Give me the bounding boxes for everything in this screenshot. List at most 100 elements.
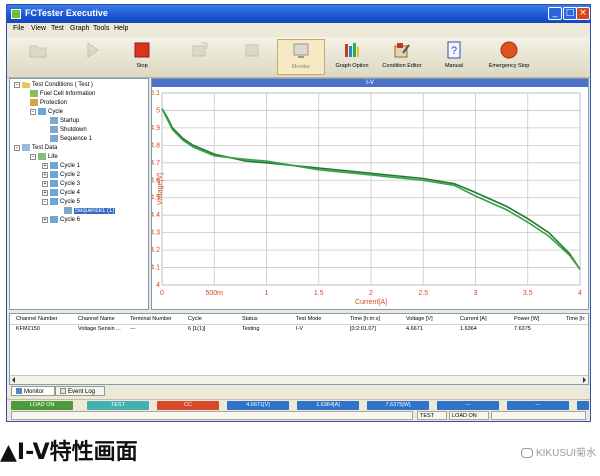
tree-expander[interactable]: + xyxy=(42,189,48,196)
start-button[interactable] xyxy=(69,39,115,75)
column-header[interactable]: Time [h:m:s] xyxy=(350,316,380,322)
manual-button[interactable]: ? Manual xyxy=(431,39,477,75)
tree-expander[interactable]: + xyxy=(42,216,48,223)
tree-label: Cycle 1 xyxy=(60,163,81,170)
tree-node-selected[interactable]: Sequence1 (1) xyxy=(64,207,116,216)
export-icon xyxy=(245,44,259,57)
iv-chart[interactable]: 0500m11.522.533.5444.14.24.34.44.54.64.7… xyxy=(152,87,588,309)
graph-option-button[interactable]: Graph Option xyxy=(329,39,375,75)
tree-label: Life xyxy=(48,154,58,161)
tab-monitor[interactable]: Monitor xyxy=(11,386,55,396)
y-tick-label: 4.2 xyxy=(152,247,160,254)
menu-help[interactable]: Help xyxy=(114,25,128,32)
maximize-button[interactable]: □ xyxy=(563,7,577,20)
tree-expander[interactable]: − xyxy=(30,153,36,160)
tree-expander[interactable]: + xyxy=(42,162,48,169)
tree-node[interactable]: Startup xyxy=(50,117,79,126)
stop-button[interactable]: Stop xyxy=(119,39,165,75)
tab-event-log[interactable]: Event Log xyxy=(55,386,105,396)
monitor-icon xyxy=(293,43,309,58)
open-button[interactable] xyxy=(15,39,61,75)
table-cell: KFM2150 xyxy=(16,326,40,332)
status-extra-2: --- xyxy=(507,401,569,410)
toolbar: Stop Monitor Graph Option Condition Edit… xyxy=(7,37,590,78)
table-row[interactable]: KFM2150 Voltage Sensin ... --- 6 [1(1)] … xyxy=(10,325,588,334)
column-header[interactable]: Status xyxy=(242,316,258,322)
column-header[interactable]: Cycle xyxy=(188,316,202,322)
cycle-icon xyxy=(38,108,46,115)
tree-node[interactable]: Protection xyxy=(30,99,67,108)
monitor-label: Monitor xyxy=(291,64,311,70)
column-header[interactable]: Terminal Number xyxy=(130,316,172,322)
y-tick-label: 4.3 xyxy=(152,230,160,237)
export-button[interactable] xyxy=(229,39,275,75)
tree-expander[interactable]: + xyxy=(42,180,48,187)
tree-expander[interactable]: − xyxy=(30,108,36,115)
column-header[interactable]: Test Mode xyxy=(296,316,321,322)
column-header[interactable]: Channel Number xyxy=(16,316,58,322)
tree-node[interactable]: + Cycle 3 xyxy=(42,180,80,189)
tree-node[interactable]: − Test Data xyxy=(14,144,57,153)
monitor-button[interactable]: Monitor xyxy=(277,39,325,75)
menu-graph[interactable]: Graph xyxy=(70,25,89,32)
emergency-stop-button[interactable]: Emergency Stop xyxy=(481,39,537,75)
tree-node[interactable]: − Life xyxy=(30,153,58,162)
tree-node[interactable]: + Cycle 6 xyxy=(42,216,80,225)
menu-file[interactable]: File xyxy=(13,25,24,32)
condition-editor-button[interactable]: Condition Editor xyxy=(379,39,425,75)
title-bar[interactable]: FCTester Executive _ □ × xyxy=(7,5,590,23)
startup-icon xyxy=(50,117,58,124)
tree-node[interactable]: Sequence 1 xyxy=(50,135,92,144)
tree-node[interactable]: + Cycle 4 xyxy=(42,189,80,198)
tree-node[interactable]: Fuel Cell Information xyxy=(30,90,95,99)
status-extra-1: --- xyxy=(437,401,499,410)
tree-node[interactable]: + Cycle 2 xyxy=(42,171,80,180)
y-tick-label: 5.1 xyxy=(152,90,160,97)
menu-bar: File View Test Graph Tools Help xyxy=(7,23,590,37)
tree-expander[interactable]: + xyxy=(42,171,48,178)
table-cell: 1.6364 xyxy=(460,326,477,332)
status-message xyxy=(11,411,413,420)
status-voltage: 4.6671[V] xyxy=(227,401,289,410)
close-button[interactable]: × xyxy=(576,7,590,20)
tree-node[interactable]: + Cycle 1 xyxy=(42,162,80,171)
tree-expander[interactable]: − xyxy=(14,144,20,151)
y-tick-label: 4 xyxy=(156,282,160,289)
caption: ▲I-V特性画面 xyxy=(0,440,138,465)
x-tick-label: 500m xyxy=(205,290,223,297)
tree-expander[interactable]: − xyxy=(14,81,20,88)
tree-node[interactable]: − Test Conditions ( Test ) xyxy=(14,81,93,90)
tree-node[interactable]: − Cycle 5 xyxy=(42,198,80,207)
menu-tools[interactable]: Tools xyxy=(93,25,109,32)
scroll-right-icon[interactable] xyxy=(581,377,587,383)
column-header[interactable]: Time [h: xyxy=(566,316,586,322)
footer-blank xyxy=(491,411,586,420)
status-current: 1.6364[A] xyxy=(297,401,359,410)
cycle-icon xyxy=(50,162,58,169)
horizontal-scrollbar[interactable] xyxy=(10,375,588,384)
protection-icon xyxy=(30,99,38,106)
column-header[interactable]: Current [A] xyxy=(460,316,487,322)
help-icon: ? xyxy=(447,41,461,59)
app-icon xyxy=(11,9,21,19)
x-tick-label: 1.5 xyxy=(314,290,324,297)
y-axis-label: Voltage[V] xyxy=(157,173,164,205)
column-header[interactable]: Channel Name xyxy=(78,316,115,322)
status-mode: CC xyxy=(157,401,219,410)
footer-test: TEST xyxy=(417,411,447,420)
tree-node[interactable]: Shutdown xyxy=(50,126,87,135)
menu-view[interactable]: View xyxy=(31,25,46,32)
scroll-left-icon[interactable] xyxy=(11,377,17,383)
table-cell: Testing xyxy=(242,326,260,332)
tree-expander[interactable]: − xyxy=(42,198,48,205)
column-header[interactable]: Voltage [V] xyxy=(406,316,433,322)
table-header: Channel Number Channel Name Terminal Num… xyxy=(10,314,588,325)
resume-button[interactable] xyxy=(177,39,223,75)
table-cell: --- xyxy=(130,326,136,332)
minimize-button[interactable]: _ xyxy=(548,7,562,20)
menu-test[interactable]: Test xyxy=(51,25,64,32)
tree-node[interactable]: − Cycle xyxy=(30,108,63,117)
emergency-stop-label: Emergency Stop xyxy=(488,63,530,69)
column-header[interactable]: Power [W] xyxy=(514,316,539,322)
window-title: FCTester Executive xyxy=(25,8,108,18)
